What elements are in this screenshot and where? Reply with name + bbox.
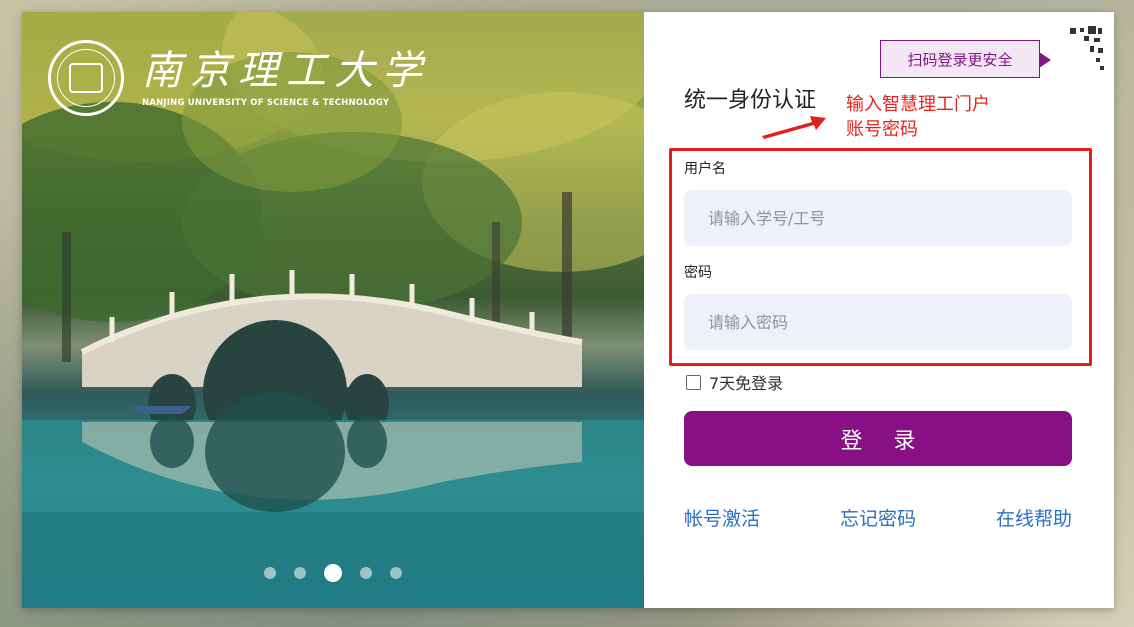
password-input[interactable] — [684, 294, 1072, 350]
scan-login-tip[interactable]: 扫码登录更安全 — [880, 40, 1051, 78]
activate-account-link[interactable]: 帐号激活 — [684, 504, 760, 531]
login-button[interactable]: 登 录 — [684, 411, 1072, 466]
carousel-indicators — [22, 564, 644, 582]
annotation-line-1: 输入智慧理工门户 — [846, 94, 990, 115]
forgot-password-link[interactable]: 忘记密码 — [840, 504, 916, 531]
campus-photo-carousel: 南京理工大学 NANJING UNIVERSITY OF SCIENCE & T… — [22, 12, 644, 608]
annotation-note: 输入智慧理工门户 账号密码 — [846, 92, 990, 142]
qr-code-corner-icon[interactable] — [1056, 22, 1106, 72]
university-name-en: NANJING UNIVERSITY OF SCIENCE & TECHNOLO… — [142, 98, 390, 108]
login-form-panel: 扫码登录更安全 统一身份认证 输入智慧理工门户 账号密码 用户名 密码 — [644, 12, 1114, 608]
login-card: 南京理工大学 NANJING UNIVERSITY OF SCIENCE & T… — [22, 12, 1114, 608]
help-links: 帐号激活 忘记密码 在线帮助 — [684, 504, 1072, 531]
online-help-link[interactable]: 在线帮助 — [996, 504, 1072, 531]
red-arrow-icon — [762, 116, 826, 139]
remember-me-option[interactable]: 7天免登录 — [686, 370, 783, 394]
university-logo: 南京理工大学 NANJING UNIVERSITY OF SCIENCE & T… — [48, 40, 430, 116]
password-label: 密码 — [684, 265, 712, 281]
carousel-dot[interactable] — [390, 567, 402, 579]
username-input[interactable] — [684, 190, 1072, 246]
remember-me-label: 7天免登录 — [709, 374, 784, 393]
carousel-dot-active[interactable] — [324, 564, 342, 582]
annotation-line-2: 账号密码 — [846, 119, 918, 140]
university-name-cn: 南京理工大学 — [142, 48, 430, 94]
carousel-dot[interactable] — [360, 567, 372, 579]
username-label: 用户名 — [684, 161, 726, 177]
checkbox-icon[interactable] — [686, 374, 701, 390]
university-seal-icon — [48, 40, 124, 116]
carousel-dot[interactable] — [264, 567, 276, 579]
carousel-dot[interactable] — [294, 567, 306, 579]
